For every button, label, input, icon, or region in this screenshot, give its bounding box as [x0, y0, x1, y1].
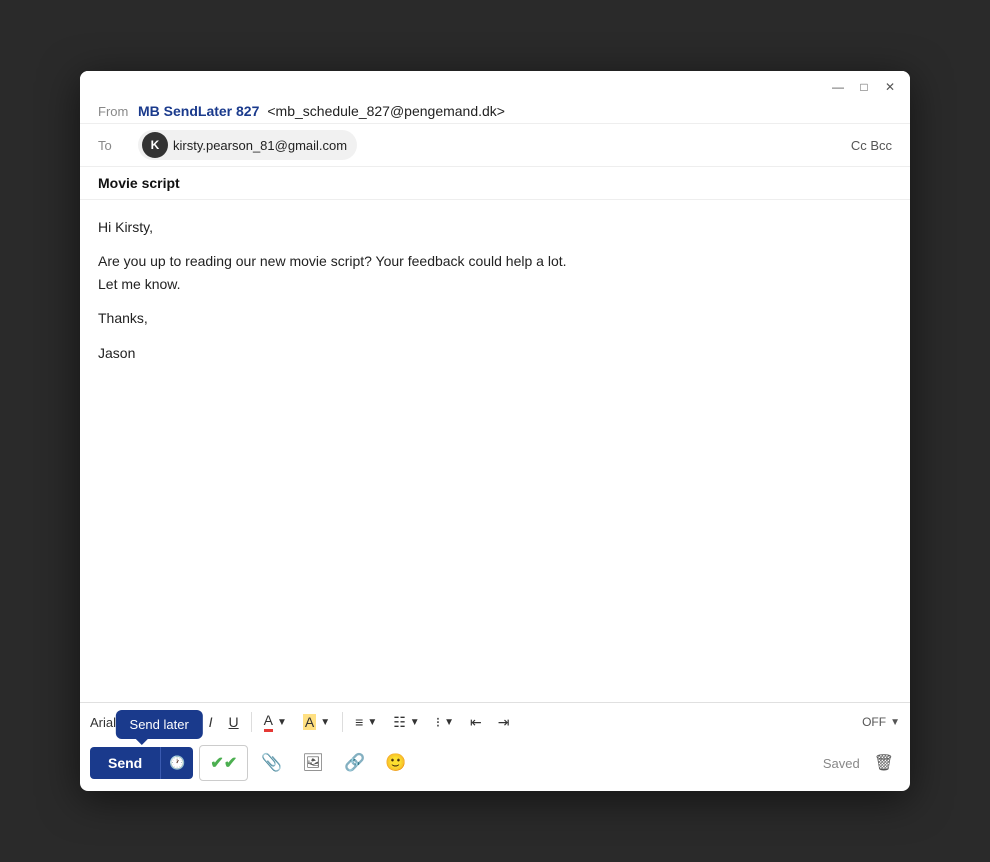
delete-button[interactable]: 🗑 [868, 749, 900, 777]
to-row: To K kirsty.pearson_81@gmail.com Cc Bcc [80, 123, 910, 166]
from-row: From MB SendLater 827 <mb_schedule_827@p… [80, 99, 910, 123]
formatting-toolbar: Arial 10 ▼ B I U A ▼ A ▼ ≡ ▼ ☷ ▼ ⁝ ▼ [80, 702, 910, 739]
emoji-button[interactable]: 🙂 [378, 747, 413, 779]
avatar: K [142, 132, 168, 158]
indent-increase-button[interactable]: ⇥ [492, 711, 516, 734]
toolbar-separator-3 [342, 712, 343, 732]
action-row: Send later Send 🕐 ✔✔ 📎 🖼 🔗 🙂 Saved [80, 739, 910, 791]
image-button[interactable]: 🖼 [295, 747, 331, 779]
chevron-down-icon: ▼ [890, 717, 900, 728]
cc-bcc-button[interactable]: Cc Bcc [851, 138, 892, 153]
toolbar-separator [170, 712, 171, 732]
chevron-down-icon: ▼ [444, 717, 454, 728]
body-closing: Thanks, [98, 307, 892, 329]
recipient-email: kirsty.pearson_81@gmail.com [173, 138, 347, 153]
italic-button[interactable]: I [203, 711, 219, 733]
subject-row: Movie script [80, 166, 910, 199]
highlight-color-button[interactable]: A ▼ [297, 711, 336, 733]
send-clock-button[interactable]: 🕐 [160, 747, 193, 779]
compose-window: — □ ✕ From MB SendLater 827 <mb_schedule… [80, 71, 910, 791]
sender-email: <mb_schedule_827@pengemand.dk> [267, 103, 505, 119]
chevron-down-icon: ▼ [277, 717, 287, 728]
link-button[interactable]: 🔗 [337, 747, 372, 779]
link-icon: 🔗 [344, 753, 365, 773]
indent-decrease-button[interactable]: ⇤ [464, 711, 488, 734]
paperclip-icon: 📎 [261, 753, 282, 773]
underline-button[interactable]: U [223, 711, 245, 733]
clock-icon: 🕐 [169, 755, 185, 771]
title-bar: — □ ✕ [80, 71, 910, 99]
font-color-button[interactable]: A ▼ [258, 709, 293, 735]
send-button[interactable]: Send [90, 747, 160, 779]
sender-name: MB SendLater 827 [138, 103, 259, 119]
emoji-icon: 🙂 [385, 753, 406, 773]
attach-button[interactable]: 📎 [254, 747, 289, 779]
body-signature: Jason [98, 342, 892, 364]
ordered-list-button[interactable]: ☷ ▼ [387, 711, 425, 734]
to-label: To [98, 138, 130, 153]
checkmark-icon: ✔✔ [210, 753, 237, 773]
unordered-list-button[interactable]: ⁝ ▼ [430, 711, 460, 734]
email-body[interactable]: Hi Kirsty, Are you up to reading our new… [80, 199, 910, 702]
recipient-chip[interactable]: K kirsty.pearson_81@gmail.com [138, 130, 357, 160]
chevron-down-icon: ▼ [148, 717, 158, 728]
body-line1: Are you up to reading our new movie scri… [98, 250, 892, 295]
image-icon: 🖼 [302, 753, 324, 773]
chevron-down-icon: ▼ [410, 717, 420, 728]
check-button[interactable]: ✔✔ [199, 745, 248, 781]
body-greeting: Hi Kirsty, [98, 216, 892, 238]
chevron-down-icon: ▼ [320, 717, 330, 728]
from-label: From [98, 104, 130, 119]
close-button[interactable]: ✕ [882, 79, 898, 95]
maximize-button[interactable]: □ [856, 79, 872, 95]
send-button-group: Send later Send 🕐 [90, 747, 193, 779]
chevron-down-icon: ▼ [367, 717, 377, 728]
trash-icon: 🗑 [874, 755, 894, 772]
align-button[interactable]: ≡ ▼ [349, 711, 383, 733]
saved-status: Saved 🗑 [823, 749, 900, 777]
minimize-button[interactable]: — [830, 79, 846, 95]
subject-text: Movie script [98, 175, 180, 191]
font-size-selector[interactable]: 10 ▼ [122, 711, 163, 733]
bold-button[interactable]: B [177, 711, 199, 733]
off-toggle[interactable]: OFF ▼ [862, 715, 900, 729]
toolbar-separator-2 [251, 712, 252, 732]
font-selector[interactable]: Arial [90, 715, 116, 730]
